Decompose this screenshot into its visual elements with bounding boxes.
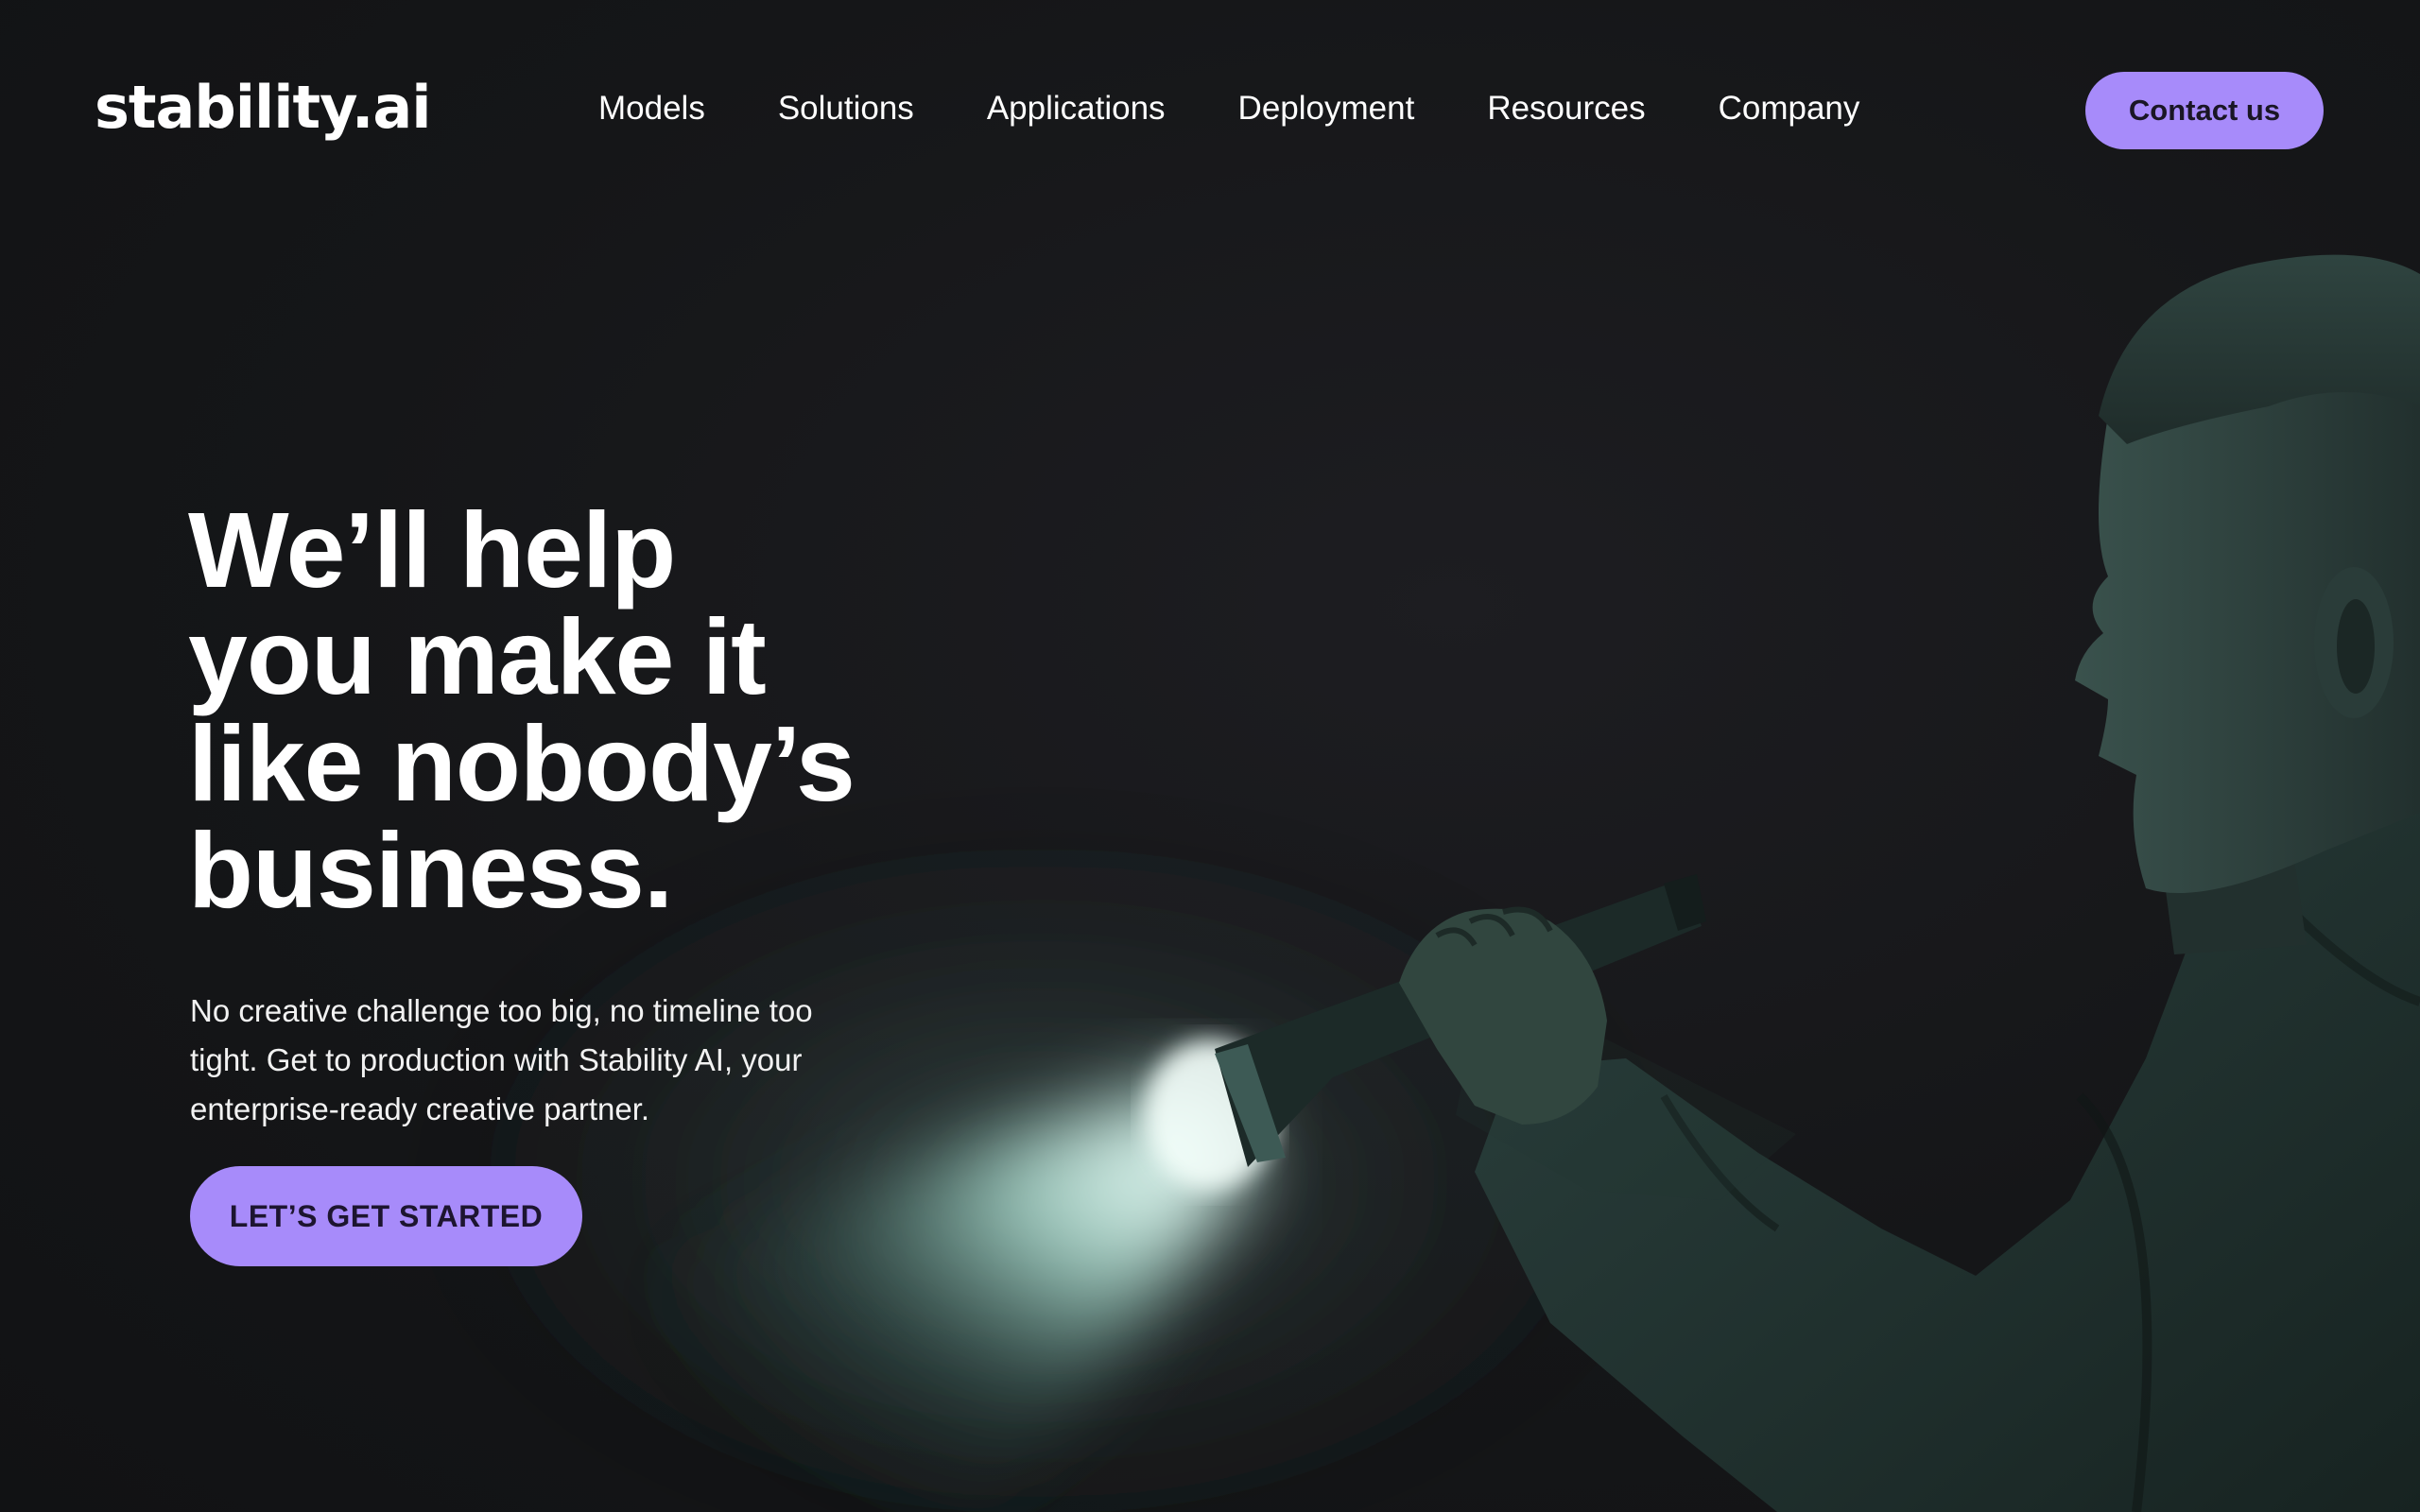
hero-title-line: We’ll help: [188, 490, 676, 610]
get-started-button[interactable]: LET’S GET STARTED: [190, 1166, 582, 1266]
nav-item-company[interactable]: Company: [1719, 85, 1860, 132]
contact-us-button[interactable]: Contact us: [2085, 72, 2324, 149]
site-logo[interactable]: stability.ai: [95, 68, 432, 147]
hero-title-line: like nobody’s: [188, 704, 856, 823]
hero-subtitle: No creative challenge too big, no timeli…: [190, 993, 813, 1126]
site-header: stability.ai Models Solutions Applicatio…: [0, 0, 2420, 219]
nav-item-models[interactable]: Models: [598, 85, 705, 132]
hero-title-line: you make it: [188, 597, 767, 716]
nav-item-deployment[interactable]: Deployment: [1238, 85, 1415, 132]
hero-title-line: business.: [188, 811, 673, 930]
landing-page: stability.ai Models Solutions Applicatio…: [0, 0, 2420, 1512]
nav-item-solutions[interactable]: Solutions: [778, 85, 914, 132]
main-nav: Models Solutions Applications Deployment…: [598, 85, 1859, 132]
hero-title: We’ll help you make it like nobody’s bus…: [188, 497, 925, 924]
nav-item-resources[interactable]: Resources: [1487, 85, 1645, 132]
nav-item-applications[interactable]: Applications: [987, 85, 1166, 132]
